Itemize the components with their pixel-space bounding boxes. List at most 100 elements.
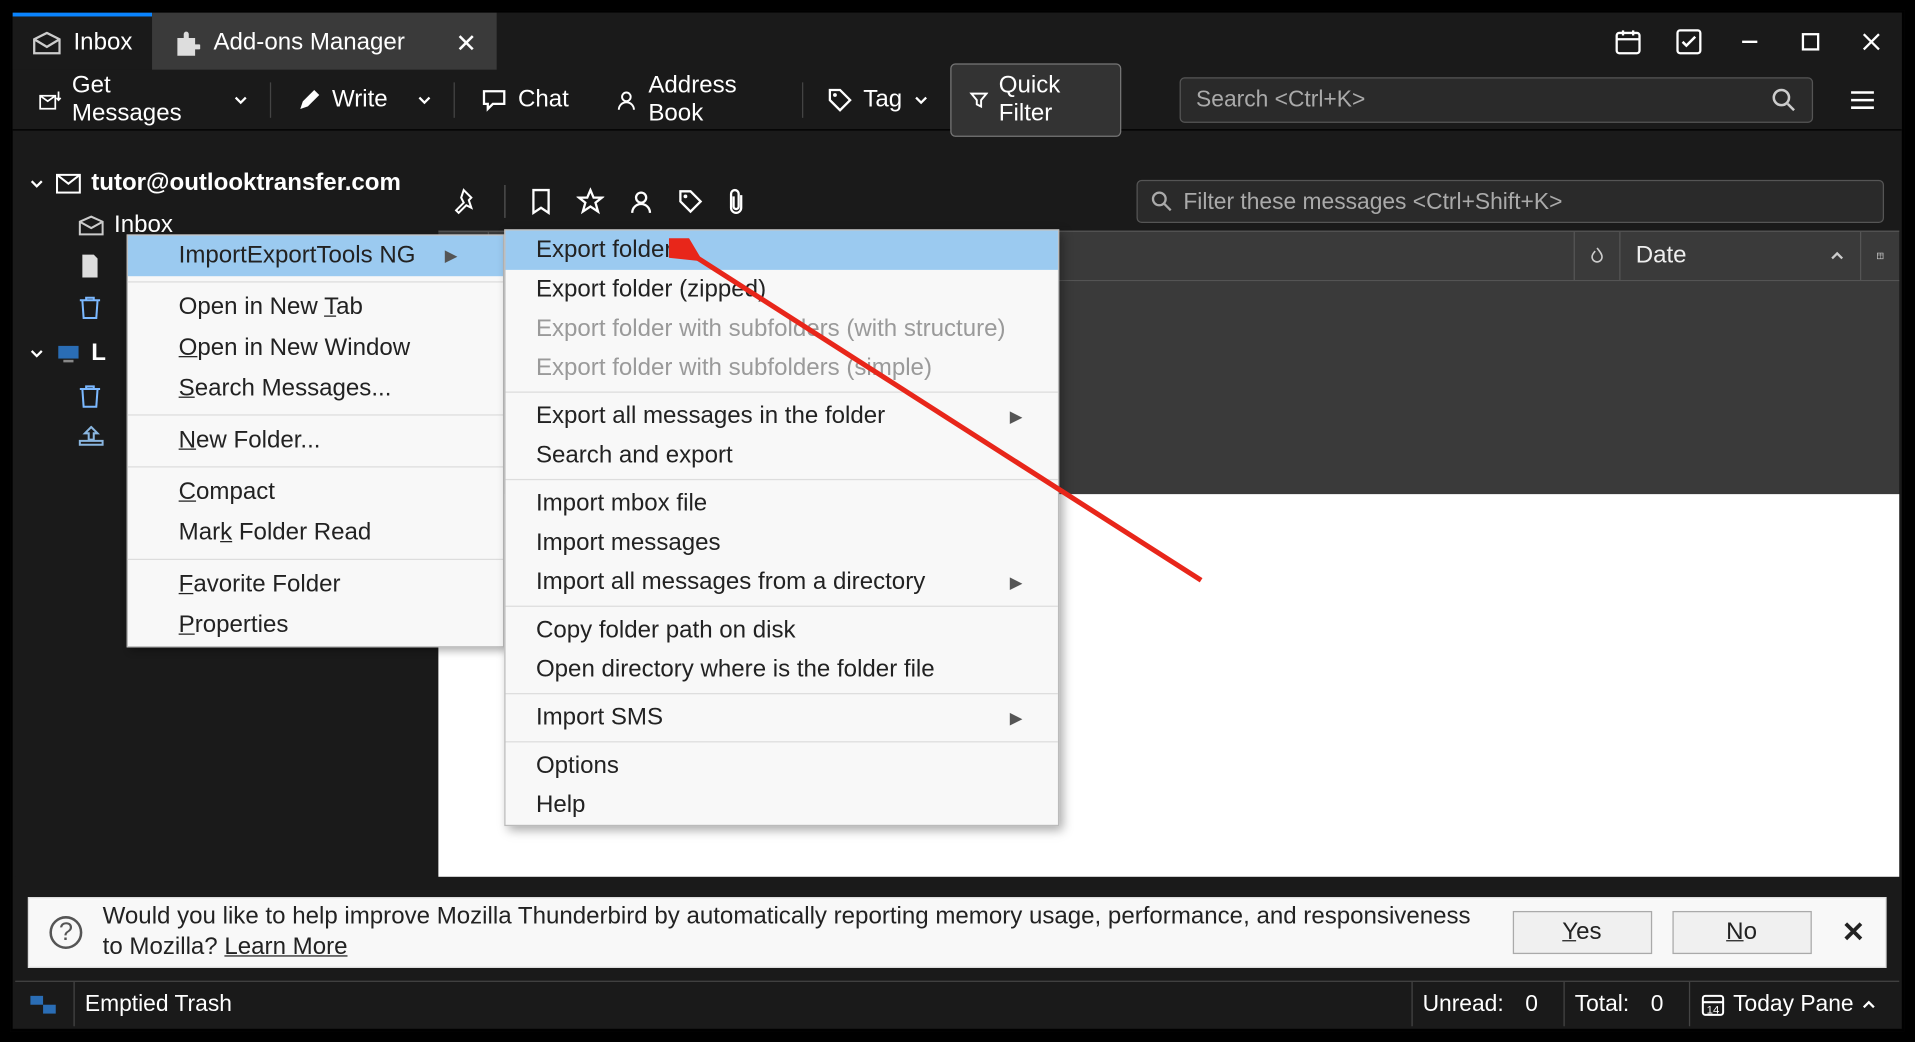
- today-pane-toggle[interactable]: 14 Today Pane: [1689, 982, 1887, 1026]
- outbox-icon: [79, 426, 104, 446]
- address-book-icon: [614, 86, 638, 114]
- local-folders-label: L: [91, 340, 106, 368]
- col-date[interactable]: Date: [1620, 232, 1861, 280]
- yes-button[interactable]: Yes: [1512, 911, 1651, 954]
- address-book-label: Address Book: [648, 72, 776, 128]
- menu-separator: [128, 559, 503, 560]
- menu-item-label: Favorite Folder: [179, 571, 341, 599]
- menu-item[interactable]: Export folder: [506, 231, 1058, 270]
- menu-item[interactable]: Import messages: [506, 523, 1058, 562]
- chevron-up-icon: [1861, 996, 1876, 1011]
- separator: [801, 82, 802, 117]
- menu-item[interactable]: Search Messages...: [128, 369, 503, 410]
- col-picker[interactable]: [1861, 232, 1899, 280]
- write-button[interactable]: Write: [284, 78, 401, 121]
- menu-item-label: Compact: [179, 479, 275, 507]
- tab-inbox[interactable]: Inbox: [13, 13, 153, 70]
- menu-item[interactable]: Help: [506, 786, 1058, 825]
- menu-item[interactable]: Import mbox file: [506, 484, 1058, 523]
- get-messages-dropdown[interactable]: [224, 83, 257, 116]
- notification-close-icon[interactable]: ✕: [1842, 916, 1865, 949]
- chat-label: Chat: [518, 86, 569, 114]
- menu-separator: [128, 466, 503, 467]
- write-dropdown[interactable]: [408, 83, 441, 116]
- menu-separator: [128, 414, 503, 415]
- no-button[interactable]: No: [1672, 911, 1811, 954]
- separator: [504, 185, 505, 218]
- separator: [454, 82, 455, 117]
- menu-item-label: Open directory where is the folder file: [536, 656, 935, 684]
- menu-item[interactable]: Copy folder path on disk: [506, 611, 1058, 650]
- column-picker-icon: [1876, 246, 1884, 266]
- menu-item[interactable]: Export all messages in the folder▶: [506, 397, 1058, 436]
- window-minimize-icon[interactable]: [1719, 13, 1780, 70]
- tag-icon[interactable]: [678, 189, 703, 214]
- menu-item[interactable]: Open in New Tab: [128, 288, 503, 329]
- calendar-small-icon: 14: [1700, 991, 1725, 1016]
- app-menu-button[interactable]: [1836, 80, 1889, 118]
- learn-more-link[interactable]: Learn More: [224, 934, 347, 961]
- addons-icon: [173, 29, 201, 57]
- menu-item[interactable]: Export folder (zipped): [506, 270, 1058, 309]
- menu-item[interactable]: Options: [506, 746, 1058, 785]
- menu-item: Export folder with subfolders (with stru…: [506, 309, 1058, 348]
- tag-button[interactable]: Tag: [815, 78, 943, 121]
- menu-item[interactable]: Mark Folder Read: [128, 513, 503, 554]
- search-icon: [1771, 87, 1796, 112]
- menu-item-label: Mark Folder Read: [179, 519, 372, 547]
- tab-addons[interactable]: Add-ons Manager ✕: [153, 13, 497, 70]
- menu-item[interactable]: Import all messages from a directory▶: [506, 563, 1058, 602]
- tab-close-icon[interactable]: ✕: [456, 27, 477, 59]
- menu-item[interactable]: Import SMS▶: [506, 698, 1058, 737]
- document-icon: [79, 253, 102, 278]
- window-close-icon[interactable]: [1841, 13, 1902, 70]
- menu-item-label: Import all messages from a directory: [536, 568, 925, 596]
- menu-item[interactable]: ImportExportTools NG▶: [128, 236, 503, 277]
- search-icon: [1150, 190, 1173, 213]
- col-flag[interactable]: [1575, 232, 1621, 280]
- contact-icon[interactable]: [627, 188, 655, 216]
- account-item[interactable]: tutor@outlooktransfer.com: [15, 162, 438, 205]
- quick-filter-bar: Filter these messages <Ctrl+Shift+K>: [438, 176, 1899, 227]
- menu-separator: [506, 606, 1058, 607]
- bookmark-icon[interactable]: [528, 188, 553, 216]
- menu-item-label: Export folder with subfolders (with stru…: [536, 315, 1006, 343]
- filter-messages-input[interactable]: Filter these messages <Ctrl+Shift+K>: [1136, 180, 1884, 223]
- menu-item-label: Export folder with subfolders (simple): [536, 354, 932, 382]
- quick-filter-toggle[interactable]: Quick Filter: [950, 63, 1121, 136]
- app-window: Inbox Add-ons Manager ✕ Get Mess: [10, 10, 1904, 1031]
- menu-item[interactable]: Open in New Window: [128, 328, 503, 369]
- get-messages-button[interactable]: Get Messages: [25, 64, 216, 135]
- calendar-icon[interactable]: [1598, 13, 1659, 70]
- status-text: Emptied Trash: [73, 982, 1395, 1026]
- network-icon[interactable]: [28, 991, 58, 1016]
- address-book-button[interactable]: Address Book: [602, 64, 789, 135]
- menu-item-label: Export folder: [536, 236, 672, 264]
- import-export-submenu: Export folder Export folder (zipped) Expor…: [504, 229, 1059, 826]
- chevron-down-icon: [28, 175, 46, 193]
- telemetry-notification: ? Would you like to help improve Mozilla…: [28, 897, 1887, 968]
- unread-count: Unread: 0: [1411, 982, 1548, 1026]
- chat-button[interactable]: Chat: [467, 78, 581, 121]
- star-icon[interactable]: [576, 188, 604, 216]
- trash-icon: [79, 383, 102, 408]
- menu-item[interactable]: Favorite Folder: [128, 565, 503, 606]
- tasks-icon[interactable]: [1659, 13, 1720, 70]
- titlebar: Inbox Add-ons Manager ✕: [13, 13, 1902, 70]
- window-maximize-icon[interactable]: [1780, 13, 1841, 70]
- download-mail-icon: [38, 87, 62, 112]
- menu-item[interactable]: Compact: [128, 473, 503, 514]
- menu-item-label: Export folder (zipped): [536, 276, 766, 304]
- menu-item[interactable]: New Folder...: [128, 421, 503, 462]
- menu-item[interactable]: Properties: [128, 606, 503, 647]
- attachment-icon[interactable]: [726, 188, 746, 216]
- col-date-label: Date: [1636, 242, 1687, 270]
- pin-icon[interactable]: [454, 188, 482, 216]
- menu-item-label: Import SMS: [536, 704, 663, 732]
- menu-item[interactable]: Search and export: [506, 436, 1058, 475]
- tab-addons-label: Add-ons Manager: [213, 29, 404, 57]
- global-search-input[interactable]: Search <Ctrl+K>: [1180, 77, 1814, 123]
- menu-separator: [506, 693, 1058, 694]
- menu-item[interactable]: Open directory where is the folder file: [506, 650, 1058, 689]
- flame-icon: [1590, 245, 1604, 268]
